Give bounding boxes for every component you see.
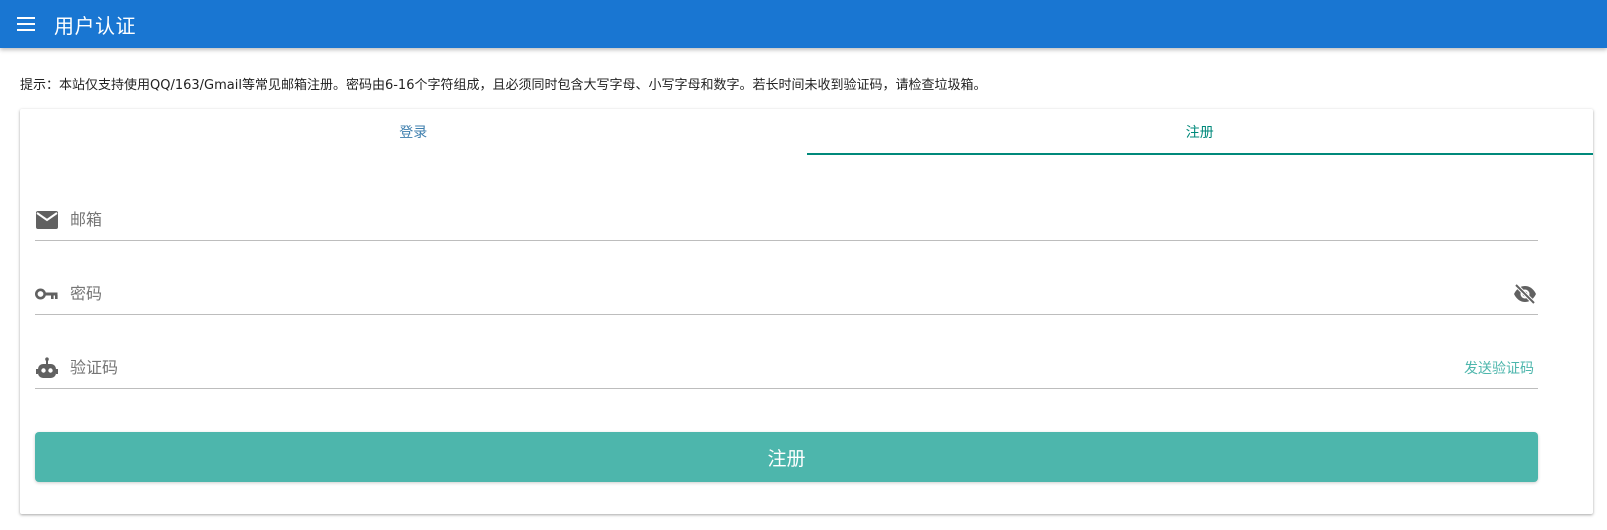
mail-icon xyxy=(35,208,59,232)
robot-icon xyxy=(35,356,59,380)
email-field xyxy=(35,199,1538,241)
app-bar: 用户认证 xyxy=(0,0,1607,48)
auth-card: 登录 注册 邮箱 验证码 发送验证码 注册 xyxy=(20,109,1593,514)
email-input[interactable] xyxy=(70,204,1538,235)
verification-code-field: 发送验证码 xyxy=(35,347,1538,389)
tab-register[interactable]: 注册 xyxy=(806,109,1594,155)
eye-off-icon[interactable] xyxy=(1512,281,1538,307)
tab-login[interactable]: 登录 xyxy=(20,109,807,155)
notice-text: 提示：本站仅支持使用QQ/163/Gmail等常见邮箱注册。密码由6-16个字符… xyxy=(20,78,987,93)
verification-code-input[interactable] xyxy=(70,352,1464,383)
password-field xyxy=(35,273,1538,315)
key-icon xyxy=(35,282,59,306)
page-title: 用户认证 xyxy=(54,13,136,38)
password-input[interactable] xyxy=(70,278,1512,309)
register-submit-button[interactable]: 注册 xyxy=(35,432,1538,482)
send-code-button[interactable]: 发送验证码 xyxy=(1464,358,1534,378)
hamburger-menu-icon[interactable] xyxy=(14,12,38,36)
auth-tabs: 登录 注册 xyxy=(20,109,1593,155)
